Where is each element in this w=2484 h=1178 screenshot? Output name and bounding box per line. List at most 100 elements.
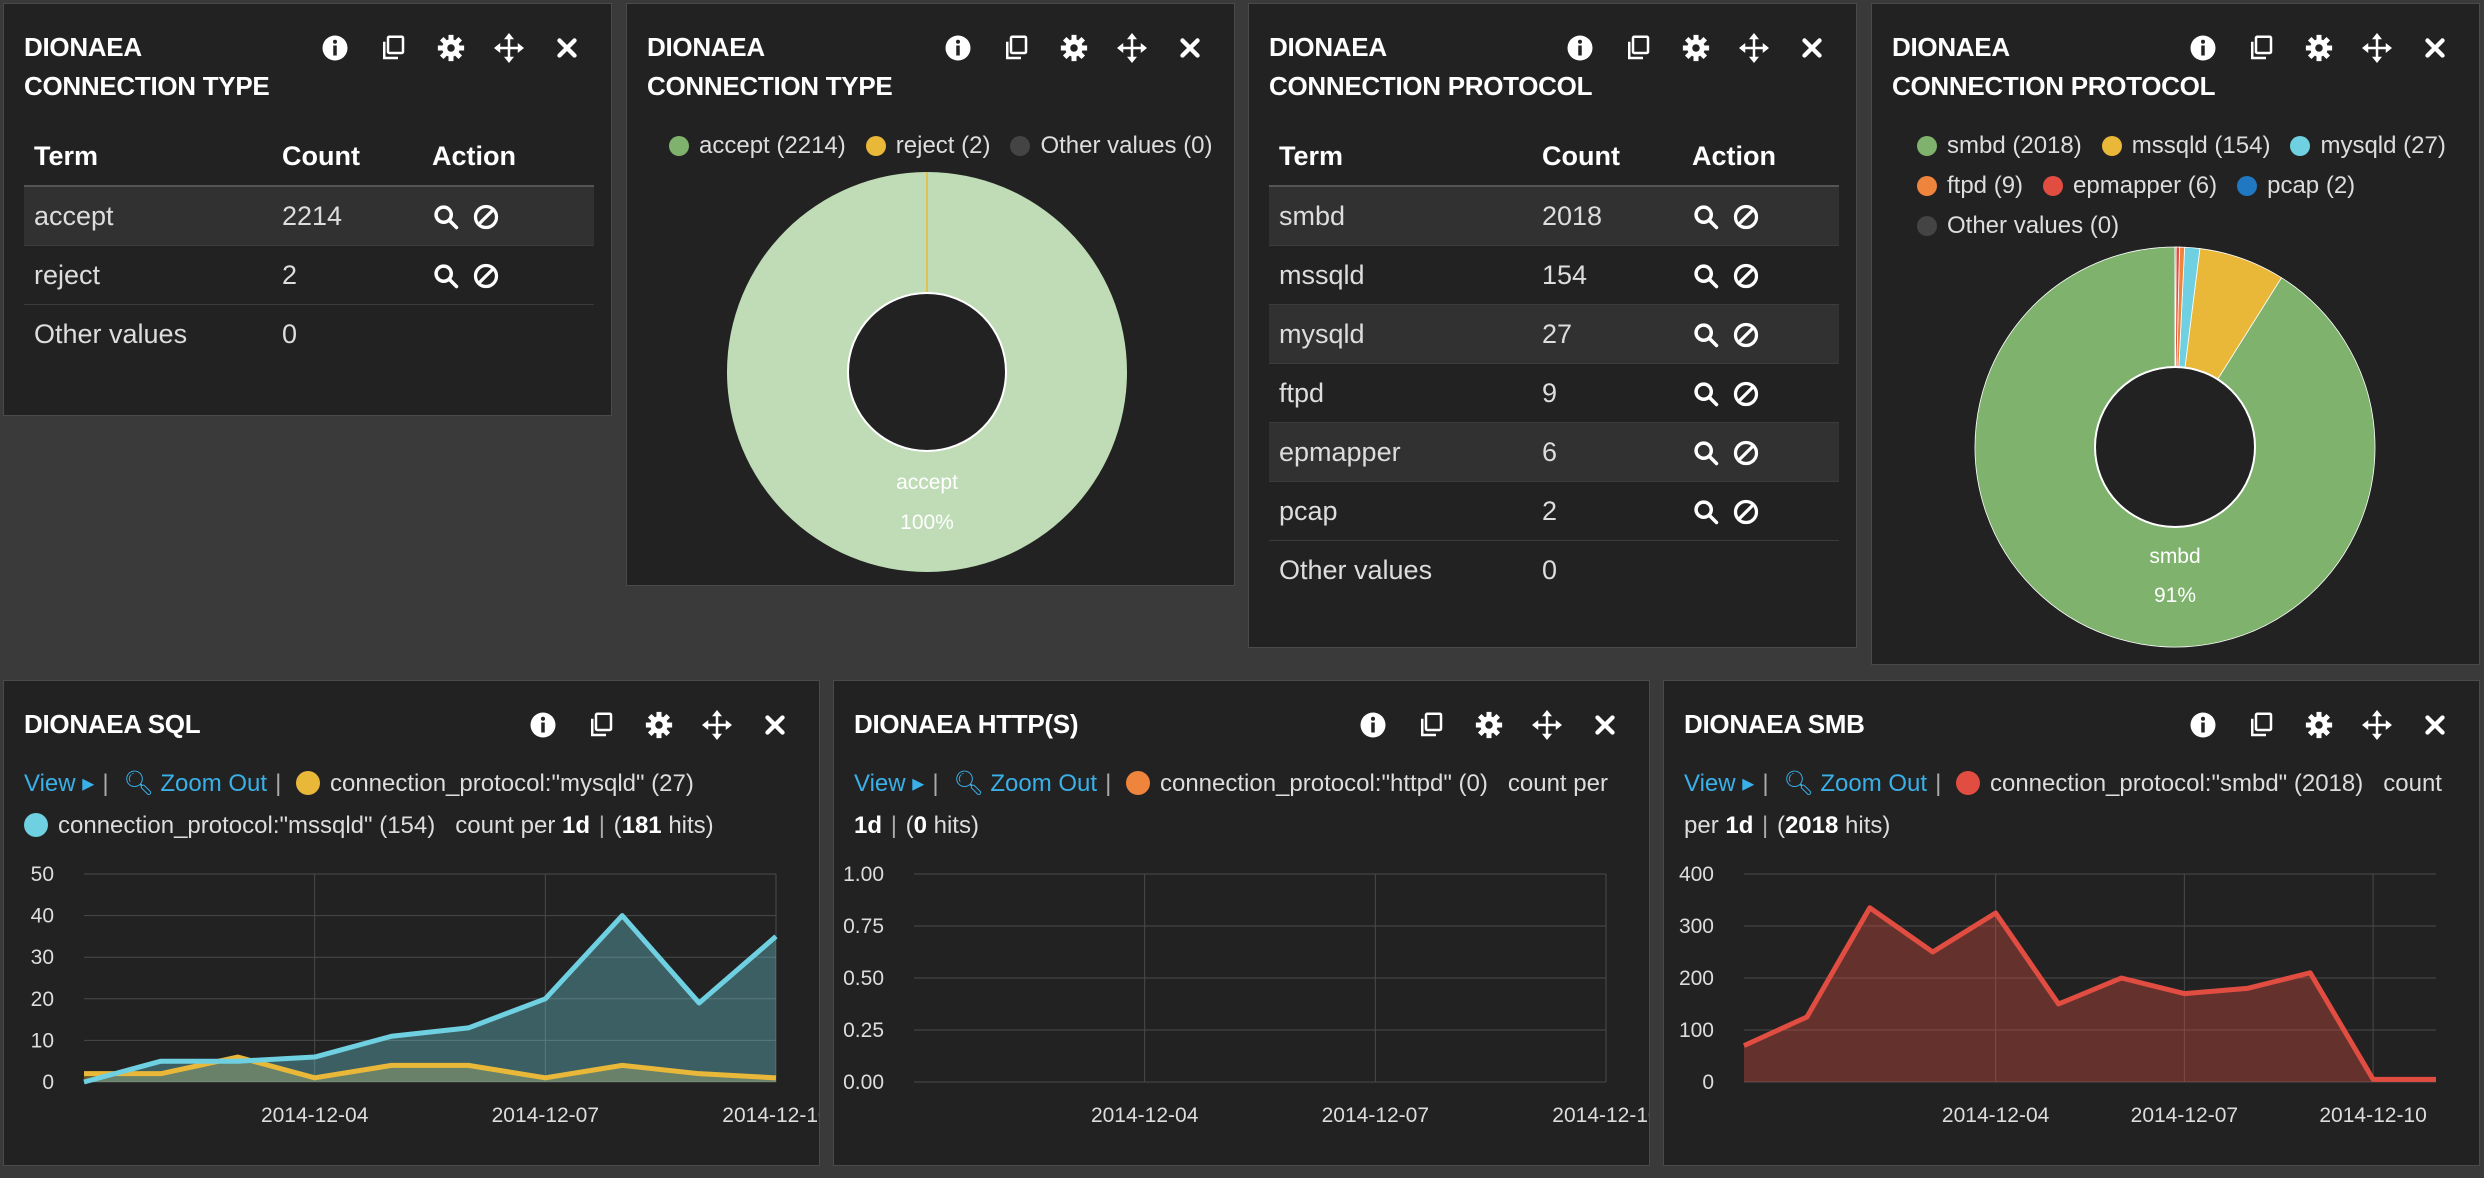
ban-icon[interactable] [1732, 439, 1760, 467]
zoom-out-button[interactable]: 🔍︎ Zoom Out [953, 770, 1097, 797]
query-mssqld[interactable]: connection_protocol:"mssqld" (154) [24, 812, 435, 839]
legend-item[interactable]: accept (2214) [669, 132, 846, 160]
gear-icon[interactable] [2303, 32, 2335, 64]
move-icon[interactable] [493, 32, 525, 64]
close-icon[interactable] [2419, 709, 2451, 741]
copy-icon[interactable] [1622, 32, 1654, 64]
info-icon[interactable] [2187, 32, 2219, 64]
move-icon[interactable] [1531, 709, 1563, 741]
count-cell: 0 [282, 318, 298, 349]
ban-icon[interactable] [472, 203, 500, 231]
y-tick-label: 0.00 [843, 1071, 884, 1094]
close-icon[interactable] [1589, 709, 1621, 741]
ban-icon[interactable] [1732, 262, 1760, 290]
move-icon[interactable] [701, 709, 733, 741]
legend-dot [1010, 136, 1031, 156]
zoom-out-icon: 🔍︎ [123, 770, 154, 797]
close-icon[interactable] [759, 709, 791, 741]
move-icon[interactable] [2361, 32, 2393, 64]
gear-icon[interactable] [435, 32, 467, 64]
copy-icon[interactable] [1000, 32, 1032, 64]
gear-icon[interactable] [1473, 709, 1505, 741]
column-header-term[interactable]: Term [24, 127, 272, 187]
legend-item[interactable]: ftpd (9) [1917, 172, 2023, 200]
view-menu[interactable]: View ▸ [854, 770, 924, 797]
y-tick-label: 200 [1679, 967, 1714, 990]
action-cell [1682, 422, 1839, 482]
close-icon[interactable] [1796, 32, 1828, 64]
column-header-term[interactable]: Term [1269, 127, 1532, 187]
ban-icon[interactable] [1732, 203, 1760, 231]
ban-icon[interactable] [1732, 380, 1760, 408]
terms-table: Term Count Action smbd 2018 mssqld 154 mysql… [1269, 127, 1839, 599]
info-icon[interactable] [942, 32, 974, 64]
info-icon[interactable] [1564, 32, 1596, 64]
copy-icon[interactable] [1415, 709, 1447, 741]
query-smbd[interactable]: connection_protocol:"smbd" (2018) [1955, 770, 2363, 797]
close-icon[interactable] [551, 32, 583, 64]
legend-item[interactable]: pcap (2) [2237, 172, 2355, 200]
query-mysqld[interactable]: connection_protocol:"mysqld" (27) [295, 770, 694, 797]
info-icon[interactable] [527, 709, 559, 741]
close-icon[interactable] [2419, 32, 2451, 64]
legend-label: smbd (2018) [1947, 132, 2082, 159]
action-cell [422, 245, 594, 305]
search-icon[interactable] [1692, 498, 1720, 526]
legend-label: Other values (0) [1040, 132, 1213, 159]
legend-item[interactable]: reject (2) [865, 132, 990, 160]
gear-icon[interactable] [1058, 32, 1090, 64]
count-cell: 154 [1532, 245, 1682, 305]
copy-icon[interactable] [585, 709, 617, 741]
x-tick-label: 2014-12-04 [261, 1104, 369, 1127]
legend-item[interactable]: Other values (0) [1010, 132, 1213, 160]
move-icon[interactable] [1116, 32, 1148, 64]
ban-icon[interactable] [472, 262, 500, 290]
table-header-row: Term Count Action [24, 127, 594, 187]
ban-icon[interactable] [1732, 321, 1760, 349]
legend-item[interactable]: smbd (2018) [1917, 132, 2082, 160]
y-tick-label: 400 [1679, 863, 1714, 886]
search-icon[interactable] [432, 203, 460, 231]
search-icon[interactable] [1692, 380, 1720, 408]
series-dot [1125, 771, 1150, 795]
zoom-out-button[interactable]: 🔍︎ Zoom Out [123, 770, 267, 797]
search-icon[interactable] [1692, 439, 1720, 467]
gear-icon[interactable] [643, 709, 675, 741]
column-header-action: Action [1682, 127, 1839, 187]
view-menu[interactable]: View ▸ [24, 770, 94, 797]
search-icon[interactable] [1692, 203, 1720, 231]
close-icon[interactable] [1174, 32, 1206, 64]
x-tick-label: 2014-12-07 [1322, 1104, 1429, 1127]
info-icon[interactable] [1357, 709, 1389, 741]
query-httpd[interactable]: connection_protocol:"httpd" (0) [1125, 770, 1488, 797]
copy-icon[interactable] [377, 32, 409, 64]
gear-icon[interactable] [1680, 32, 1712, 64]
chart-legend: accept (2214) reject (2) Other values (0) [669, 132, 1229, 160]
count-cell: 0 [1542, 554, 1558, 585]
legend-dot [2043, 176, 2064, 196]
search-icon[interactable] [1692, 321, 1720, 349]
legend-label: mssqld (154) [2131, 132, 2271, 159]
view-menu[interactable]: View ▸ [1684, 770, 1754, 797]
legend-item[interactable]: epmapper (6) [2043, 172, 2217, 200]
copy-icon[interactable] [2245, 32, 2277, 64]
panel-controls [2187, 709, 2451, 741]
column-header-count[interactable]: Count [272, 127, 422, 187]
search-icon[interactable] [432, 262, 460, 290]
legend-item[interactable]: mssqld (154) [2101, 132, 2271, 160]
copy-icon[interactable] [2245, 709, 2277, 741]
table-row: epmapper 6 [1269, 422, 1839, 482]
zoom-out-button[interactable]: 🔍︎ Zoom Out [1783, 770, 1927, 797]
gear-icon[interactable] [2303, 709, 2335, 741]
count-cell: 27 [1532, 304, 1682, 364]
info-icon[interactable] [319, 32, 351, 64]
ban-icon[interactable] [1732, 498, 1760, 526]
info-icon[interactable] [2187, 709, 2219, 741]
legend-item[interactable]: mysqld (27) [2290, 132, 2446, 160]
column-header-count[interactable]: Count [1532, 127, 1682, 187]
move-icon[interactable] [2361, 709, 2393, 741]
table-row: smbd 2018 [1269, 186, 1839, 246]
legend-item[interactable]: Other values (0) [1917, 212, 2119, 240]
move-icon[interactable] [1738, 32, 1770, 64]
search-icon[interactable] [1692, 262, 1720, 290]
